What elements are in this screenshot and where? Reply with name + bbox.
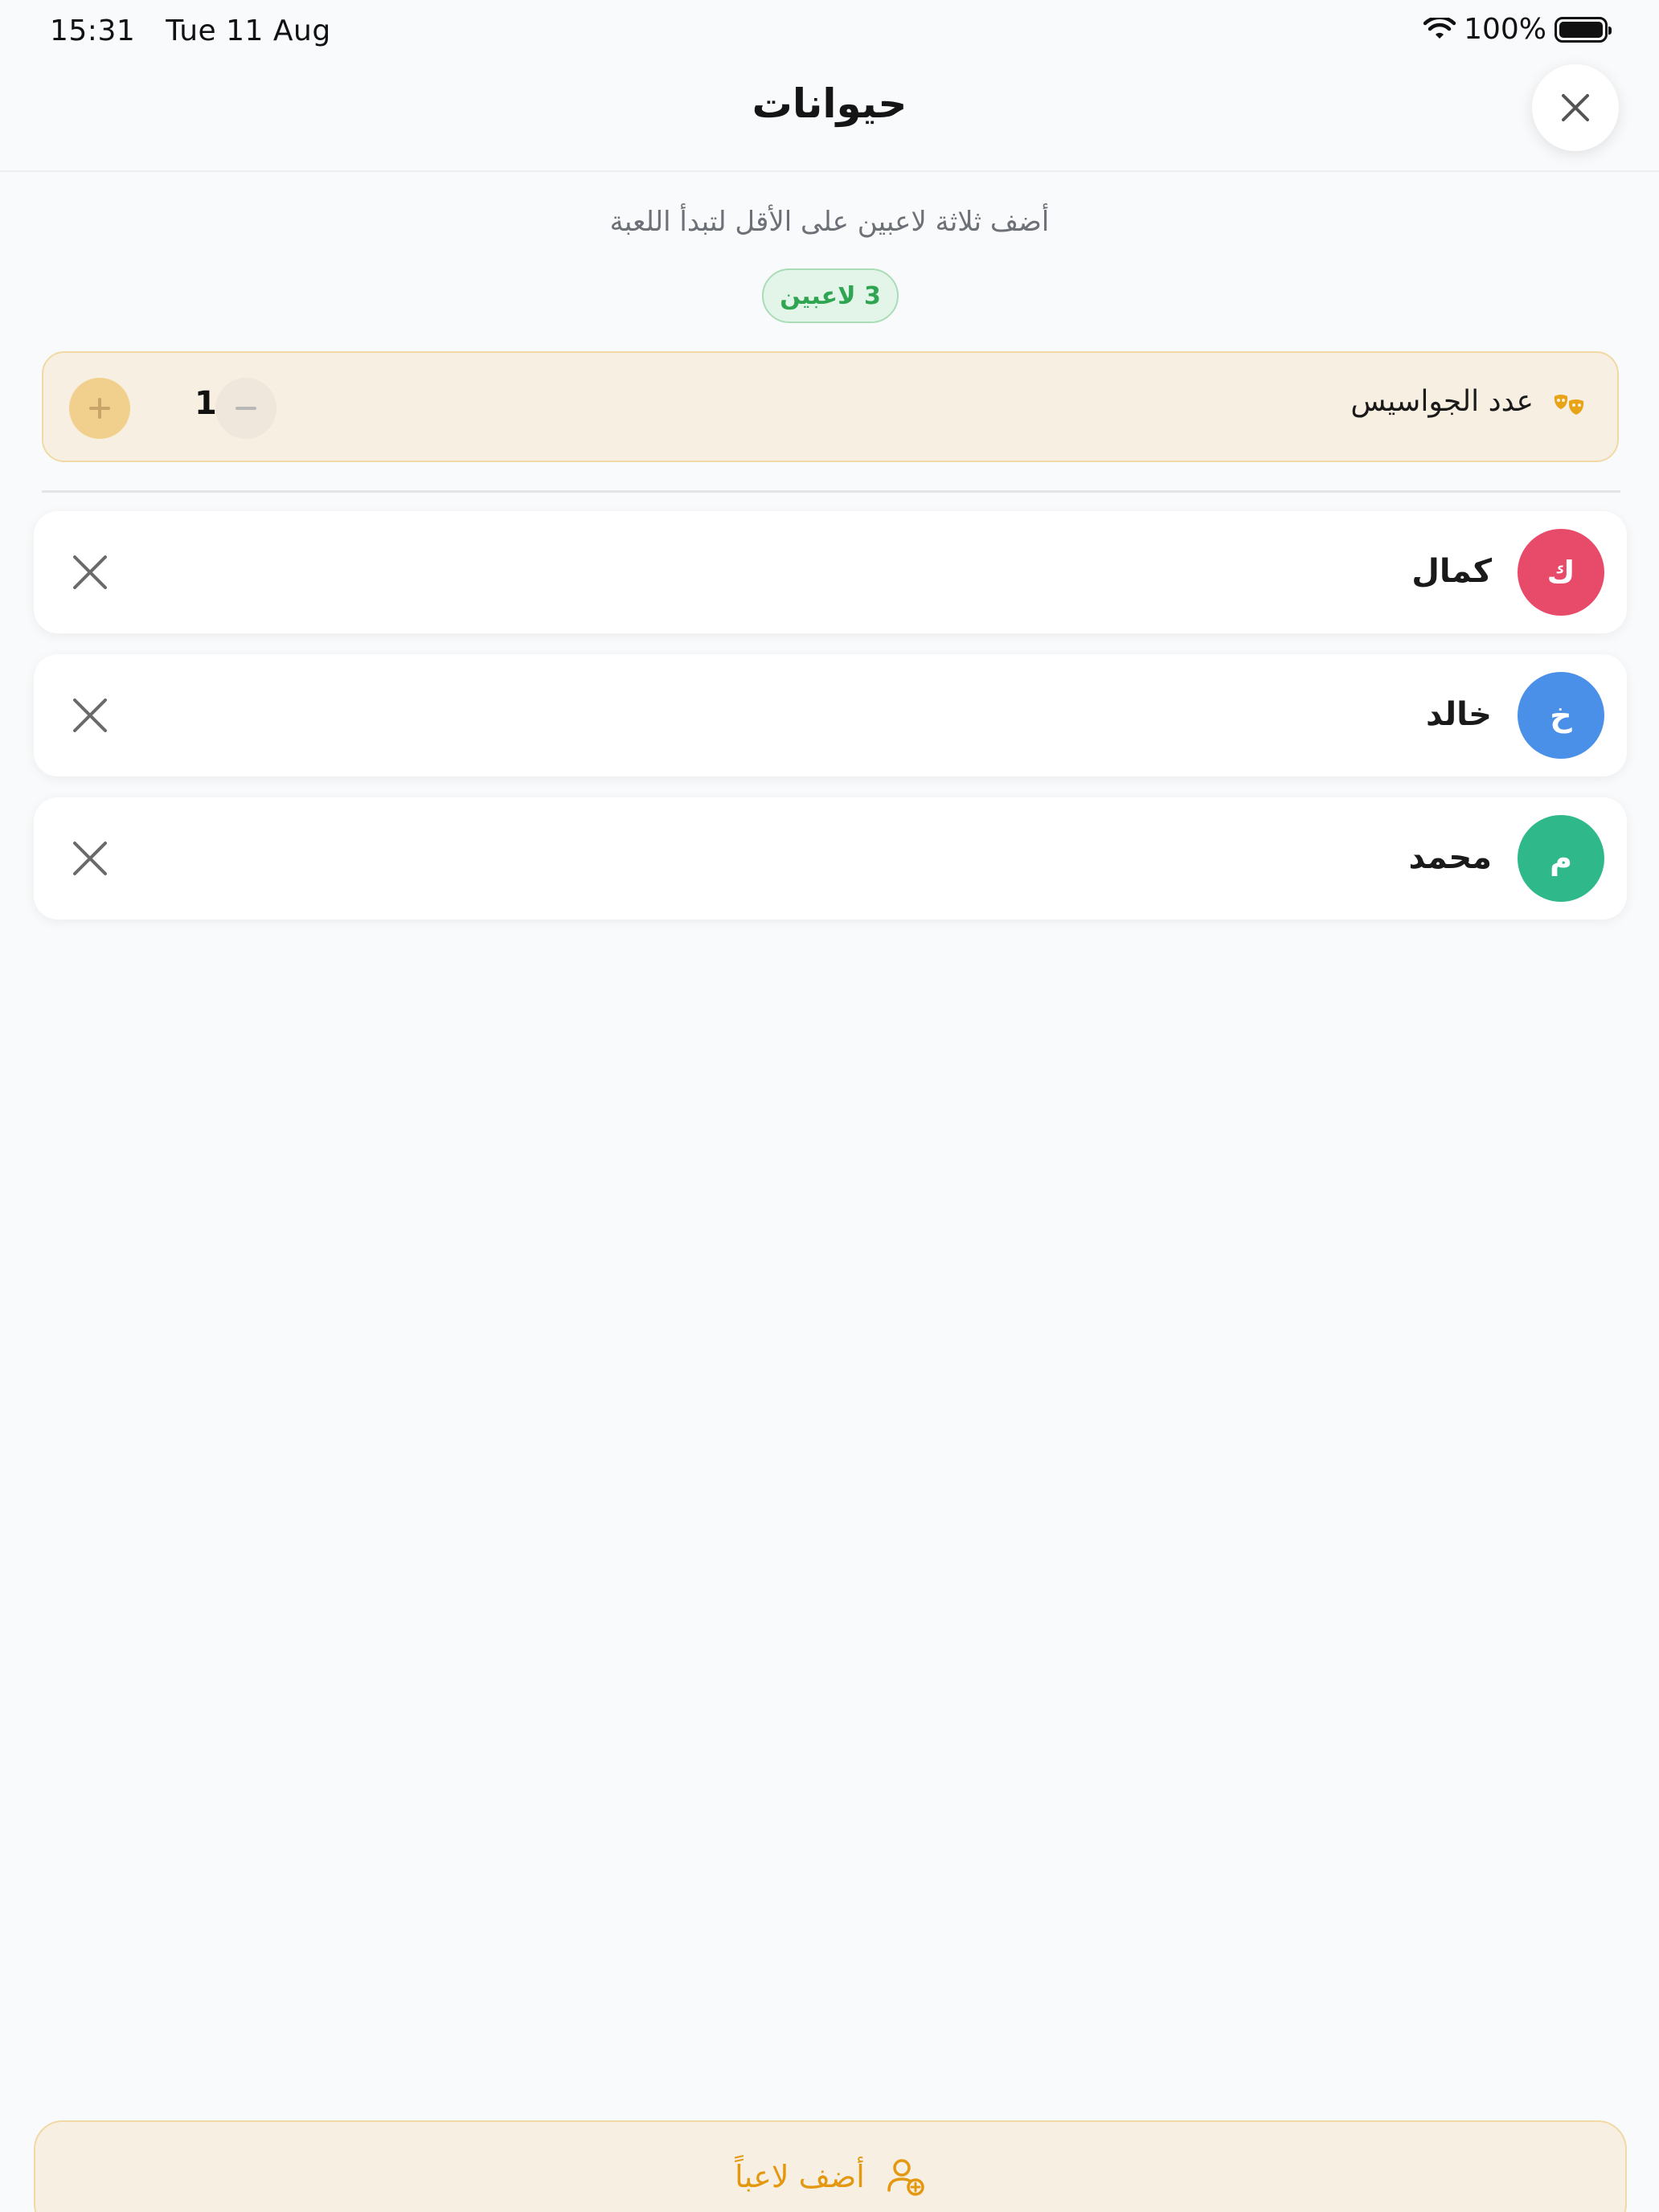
header: حيوانات: [0, 64, 1659, 172]
spy-count-label: عدد الجواسيس: [1350, 385, 1534, 418]
add-player-label: أضف لاعباً: [735, 2159, 865, 2194]
divider: [42, 490, 1620, 493]
spy-count-card: عدد الجواسيس 1: [42, 351, 1619, 462]
close-icon: [73, 842, 107, 875]
remove-player-button[interactable]: [63, 545, 117, 600]
close-icon: [73, 698, 107, 732]
close-icon: [73, 555, 107, 589]
status-time: 15:31: [50, 14, 136, 47]
spy-count-value: 1: [195, 385, 217, 422]
avatar: خ: [1518, 672, 1604, 759]
status-date: Tue 11 Aug: [166, 14, 331, 47]
masks-icon: [1554, 395, 1584, 415]
wifi-icon: [1423, 17, 1456, 39]
add-user-icon: [887, 2159, 924, 2196]
minus-icon: [236, 407, 256, 410]
status-indicators: 100%: [1423, 13, 1612, 46]
remove-player-button[interactable]: [63, 831, 117, 886]
player-name: محمد: [1408, 839, 1492, 876]
remove-player-button[interactable]: [63, 688, 117, 743]
avatar: ك: [1518, 529, 1604, 616]
player-row: خ خالد: [34, 654, 1627, 776]
plus-icon: [89, 398, 110, 419]
player-row: ك كمال: [34, 511, 1627, 633]
add-player-button[interactable]: أضف لاعباً: [34, 2120, 1627, 2212]
status-bar: 15:31 Tue 11 Aug 100%: [0, 0, 1659, 64]
avatar: م: [1518, 815, 1604, 902]
page-title: حيوانات: [752, 80, 907, 127]
player-count-badge: 3 لاعبين: [762, 268, 899, 323]
increase-spies-button[interactable]: [69, 378, 130, 439]
status-time-date: 15:31 Tue 11 Aug: [50, 14, 352, 47]
player-name: خالد: [1426, 696, 1492, 733]
player-row: م محمد: [34, 797, 1627, 920]
battery-icon: [1555, 16, 1612, 43]
close-button[interactable]: [1532, 64, 1619, 151]
battery-percent: 100%: [1464, 13, 1546, 46]
close-icon: [1562, 94, 1589, 121]
player-name: كمال: [1411, 553, 1492, 590]
decrease-spies-button[interactable]: [215, 378, 276, 439]
subtitle: أضف ثلاثة لاعبين على الأقل لتبدأ اللعبة: [609, 206, 1050, 238]
